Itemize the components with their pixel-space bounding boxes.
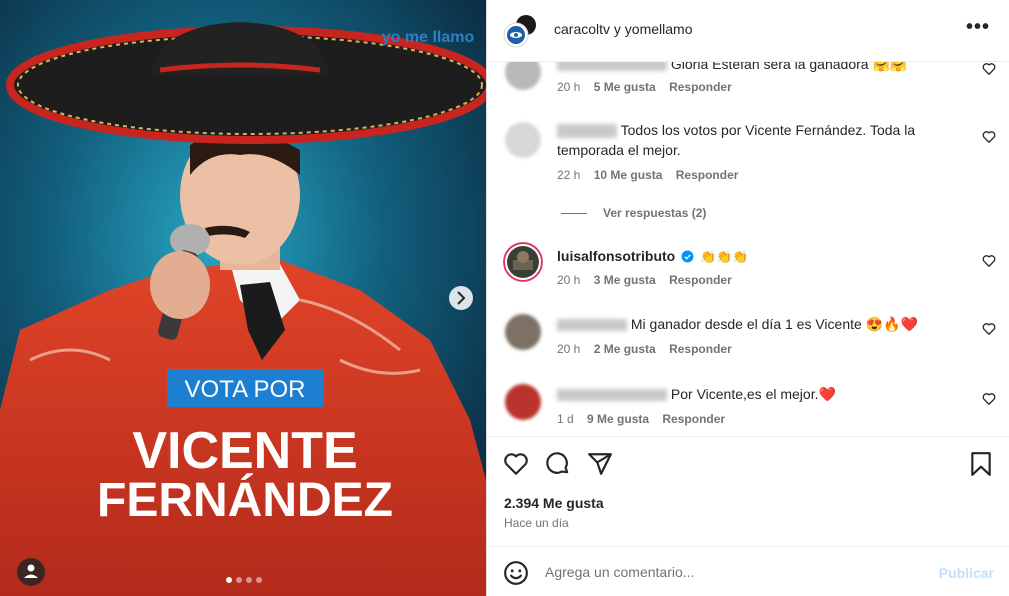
heart-icon[interactable] (503, 451, 529, 477)
comment-like-icon[interactable] (982, 254, 996, 268)
name-line-1: VICENTE (132, 422, 357, 480)
reply-button[interactable]: Responder (669, 80, 732, 94)
comment-username[interactable]: luisalfonsotributo (557, 248, 675, 264)
post-time[interactable]: Hace un día (504, 516, 569, 530)
comment-like-icon[interactable] (982, 62, 996, 76)
comment-meta: 20 h 5 Me gusta Responder (557, 80, 742, 94)
comment-likes[interactable]: 9 Me gusta (587, 412, 649, 426)
comment-like-icon[interactable] (982, 322, 996, 336)
comment-likes[interactable]: 2 Me gusta (594, 342, 656, 356)
reply-button[interactable]: Responder (676, 168, 739, 182)
comment-like-icon[interactable] (982, 130, 996, 144)
comment-time[interactable]: 1 d (557, 412, 574, 426)
comment-input[interactable] (545, 561, 925, 583)
comment-meta: 20 h 2 Me gusta Responder (557, 342, 742, 356)
comment-icon[interactable] (545, 451, 571, 477)
comment-like-icon[interactable] (982, 392, 996, 406)
carousel-dot-active (226, 577, 232, 583)
share-icon[interactable] (587, 451, 613, 477)
banner-text: VOTA POR (185, 376, 306, 403)
post-header: caracoltv y yomellamo ••• (487, 0, 1009, 62)
author-avatar[interactable] (503, 14, 537, 48)
bookmark-icon[interactable] (968, 451, 994, 477)
commenter-avatar[interactable] (505, 384, 541, 420)
show-logo: yo me llamo (382, 29, 475, 46)
reply-button[interactable]: Responder (669, 342, 732, 356)
comment-text: Mi ganador desde el día 1 es Vicente 😍🔥❤… (557, 314, 957, 334)
comment-time[interactable]: 20 h (557, 80, 580, 94)
comment-likes[interactable]: 3 Me gusta (594, 273, 656, 287)
comment-time[interactable]: 20 h (557, 273, 580, 287)
tagged-users-button[interactable] (17, 558, 45, 586)
publish-button[interactable]: Publicar (939, 565, 994, 581)
emoji-icon[interactable] (503, 560, 529, 586)
author-names[interactable]: caracoltv y yomellamo (554, 21, 693, 37)
commenter-avatar[interactable] (505, 314, 541, 350)
view-replies-label: Ver respuestas (2) (603, 206, 707, 220)
carousel-next-button[interactable] (449, 286, 473, 310)
comment-meta: 22 h 10 Me gusta Responder (557, 168, 748, 182)
name-line-2: FERNÁNDEZ (97, 473, 393, 527)
comment-text: Todos los votos por Vicente Fernández. T… (557, 122, 916, 158)
likes-count[interactable]: 2.394 Me gusta (504, 495, 604, 511)
reply-button[interactable]: Responder (662, 412, 725, 426)
comments-list: Gloria Estefan será la ganadora 🤗🤗 20 h … (487, 62, 1009, 436)
commenter-avatar[interactable] (503, 242, 543, 282)
commenter-avatar[interactable] (505, 62, 541, 90)
comment-time[interactable]: 22 h (557, 168, 580, 182)
carousel-dot (246, 577, 252, 583)
carousel-dot (256, 577, 262, 583)
post-actions: 2.394 Me gusta Hace un día (487, 436, 1009, 546)
verified-icon (681, 250, 694, 263)
carousel-dot (236, 577, 242, 583)
add-comment-bar: Publicar (487, 546, 1009, 596)
commenter-avatar[interactable] (505, 122, 541, 158)
post-image: yo me llamo VOTA POR VICENTE FERNÁNDEZ (0, 0, 486, 596)
post-details-panel: caracoltv y yomellamo ••• Gloria Estefan… (486, 0, 1009, 596)
reply-button[interactable]: Responder (669, 273, 732, 287)
more-options-icon[interactable]: ••• (966, 16, 990, 39)
replies-divider (561, 213, 587, 215)
comment-time[interactable]: 20 h (557, 342, 580, 356)
comment-meta: 20 h 3 Me gusta Responder (557, 273, 742, 287)
comment-text: Por Vicente,es el mejor.❤️ (557, 384, 957, 404)
comment-likes[interactable]: 5 Me gusta (594, 80, 656, 94)
comment-meta: 1 d 9 Me gusta Responder (557, 412, 735, 426)
view-replies-button[interactable]: Ver respuestas (2) (561, 206, 706, 220)
comment-likes[interactable]: 10 Me gusta (594, 168, 663, 182)
comment-text: Gloria Estefan será la ganadora 🤗🤗 (557, 62, 957, 74)
comment-text: luisalfonsotributo 👏👏👏 (557, 248, 749, 264)
